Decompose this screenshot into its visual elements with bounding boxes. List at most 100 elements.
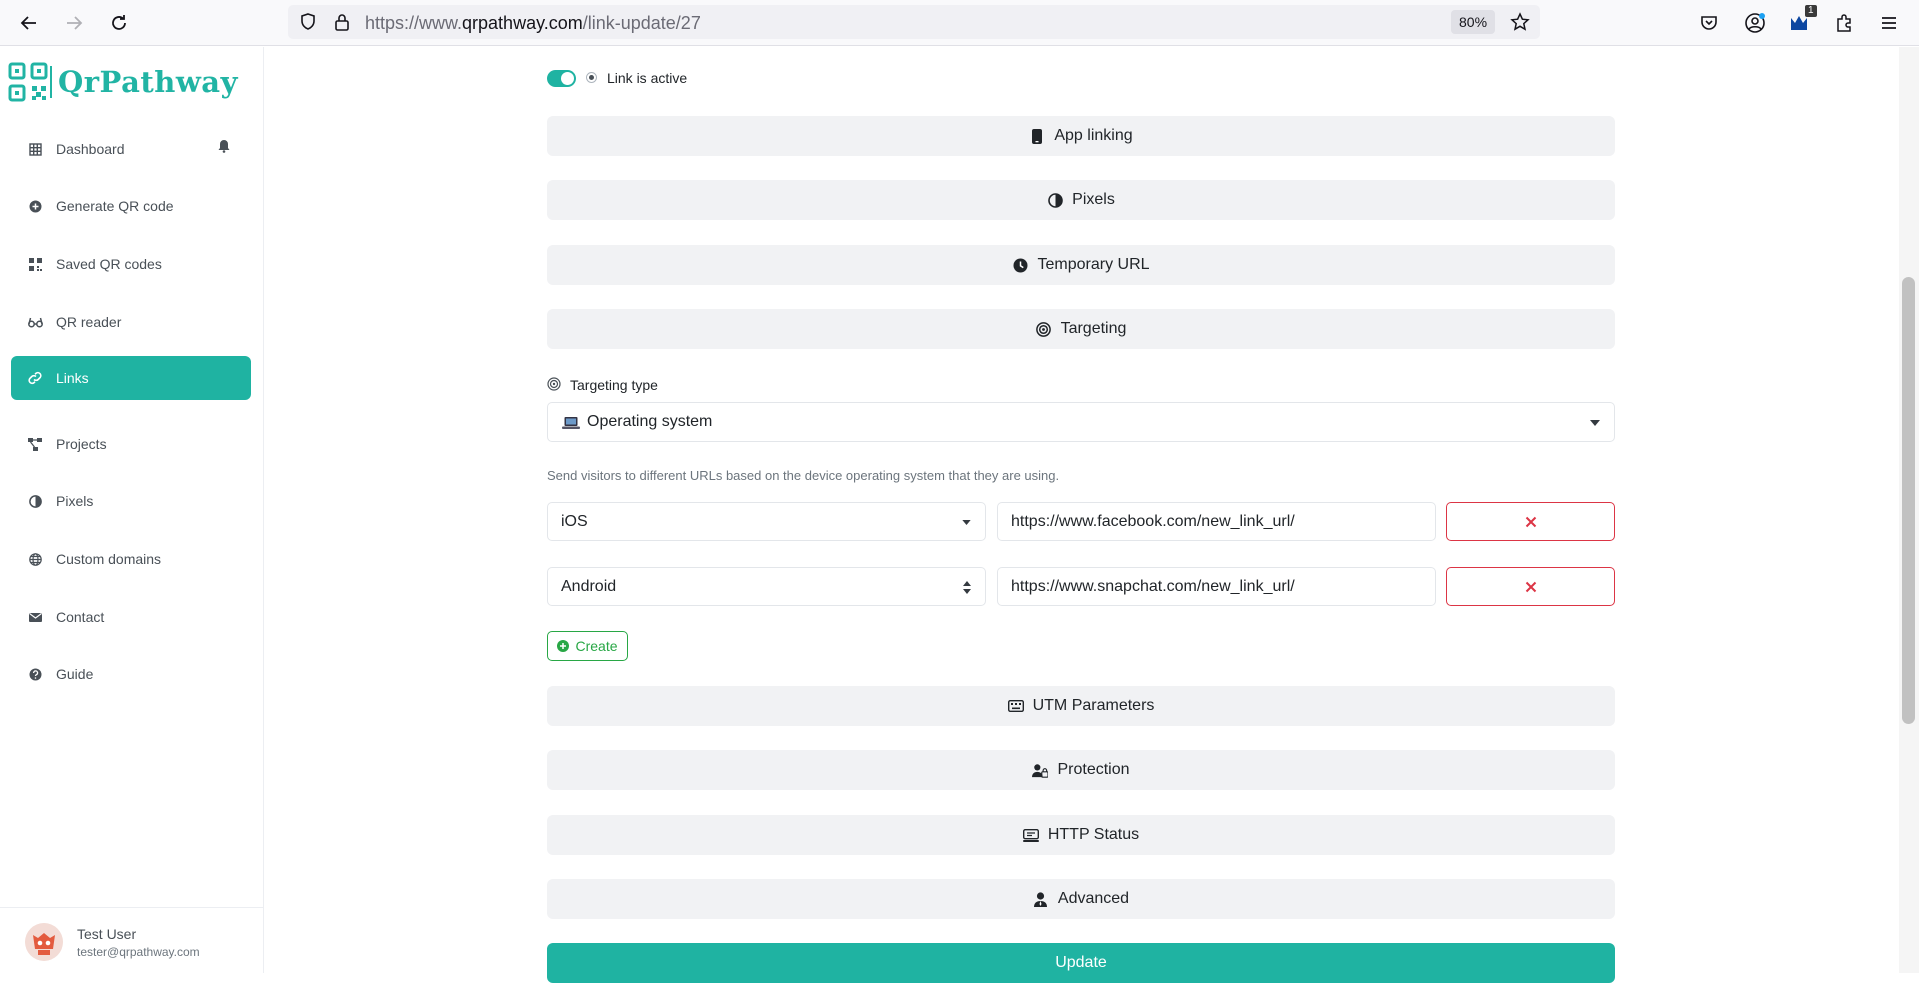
delete-rule-button[interactable] xyxy=(1446,567,1615,606)
sidebar-item-label: Pixels xyxy=(56,493,94,509)
section-pixels[interactable]: Pixels xyxy=(547,180,1615,220)
scrollbar-thumb[interactable] xyxy=(1902,277,1915,724)
section-label: HTTP Status xyxy=(1047,826,1140,843)
section-label: Pixels xyxy=(1072,191,1115,208)
sidebar-item-saved-qr[interactable]: Saved QR codes xyxy=(11,242,251,286)
clock-icon xyxy=(1012,257,1028,273)
targeting-help-text: Send visitors to different URLs based on… xyxy=(547,468,1060,483)
glasses-icon xyxy=(27,314,43,330)
section-label: UTM Parameters xyxy=(1032,697,1155,714)
plus-circle-icon xyxy=(27,198,43,214)
back-icon[interactable] xyxy=(15,9,43,37)
os-select-value: iOS xyxy=(561,513,588,530)
sidebar-item-qr-reader[interactable]: QR reader xyxy=(11,300,251,344)
close-icon xyxy=(1525,581,1536,592)
caret-down-icon xyxy=(1590,420,1600,426)
sidebar-item-projects[interactable]: Projects xyxy=(11,422,251,466)
account-icon[interactable] xyxy=(1741,9,1769,37)
link-active-radio[interactable] xyxy=(586,72,597,83)
sidebar-item-contact[interactable]: Contact xyxy=(11,595,251,639)
bookmark-star-icon[interactable] xyxy=(1510,12,1530,32)
qrcode-icon xyxy=(27,256,43,272)
update-button[interactable]: Update xyxy=(547,943,1615,983)
pocket-icon[interactable] xyxy=(1695,9,1723,37)
sidebar-item-guide[interactable]: Guide xyxy=(11,652,251,696)
adjust-icon xyxy=(1047,192,1063,208)
bell-icon[interactable] xyxy=(217,139,231,158)
browser-toolbar: https://www.qrpathway.com/link-update/27… xyxy=(0,0,1919,46)
sidebar-item-pixels[interactable]: Pixels xyxy=(11,479,251,523)
project-diagram-icon xyxy=(27,436,43,452)
sidebar-item-generate-qr[interactable]: Generate QR code xyxy=(11,184,251,228)
address-bar[interactable]: https://www.qrpathway.com/link-update/27… xyxy=(288,5,1540,39)
extensions-puzzle-icon[interactable] xyxy=(1830,9,1858,37)
avatar[interactable] xyxy=(25,923,63,961)
section-temporary-url[interactable]: Temporary URL xyxy=(547,245,1615,285)
hamburger-menu-icon[interactable] xyxy=(1875,9,1903,37)
extension-badge: 1 xyxy=(1805,5,1817,17)
section-label: Targeting xyxy=(1060,320,1127,337)
lock-icon[interactable] xyxy=(332,12,352,32)
sidebar-item-label: Saved QR codes xyxy=(56,256,162,272)
sidebar-item-label: Dashboard xyxy=(56,141,125,157)
section-protection[interactable]: Protection xyxy=(547,750,1615,790)
delete-rule-button[interactable] xyxy=(1446,502,1615,541)
section-utm-parameters[interactable]: UTM Parameters xyxy=(547,686,1615,726)
user-lock-icon xyxy=(1032,762,1049,778)
section-app-linking[interactable]: App linking xyxy=(547,116,1615,156)
user-name: Test User xyxy=(77,926,137,942)
section-http-status[interactable]: HTTP Status xyxy=(547,815,1615,855)
close-icon xyxy=(1525,516,1536,527)
os-select[interactable]: Android xyxy=(547,567,986,606)
link-active-label: Link is active xyxy=(607,70,688,86)
reload-icon[interactable] xyxy=(105,9,133,37)
bullseye-icon xyxy=(1036,321,1052,337)
targeting-type-value: Operating system xyxy=(587,413,713,430)
section-targeting[interactable]: Targeting xyxy=(547,309,1615,349)
sidebar-item-label: Links xyxy=(56,370,89,386)
brand-name: QrPathway xyxy=(58,65,238,99)
shield-icon[interactable] xyxy=(298,12,318,32)
sort-caret-icon xyxy=(963,581,971,594)
section-label: Advanced xyxy=(1057,890,1130,907)
link-active-toggle[interactable] xyxy=(547,70,576,87)
caret-down-icon xyxy=(962,520,971,525)
keyboard-icon xyxy=(1007,698,1024,714)
brand-logo[interactable]: QrPathway xyxy=(8,62,238,102)
user-email: tester@qrpathway.com xyxy=(77,945,200,959)
user-profile[interactable]: Test User tester@qrpathway.com xyxy=(0,907,263,974)
sidebar-item-label: Custom domains xyxy=(56,551,162,567)
link-icon xyxy=(27,370,43,386)
destination-url-input[interactable]: https://www.facebook.com/new_link_url/ xyxy=(997,502,1436,541)
bullseye-icon xyxy=(547,377,561,391)
sidebar-item-links[interactable]: Links xyxy=(11,356,251,400)
section-label: Protection xyxy=(1057,761,1130,778)
server-icon xyxy=(1022,827,1039,843)
create-rule-button[interactable]: Create xyxy=(547,631,628,661)
destination-url-input[interactable]: https://www.snapchat.com/new_link_url/ xyxy=(997,567,1436,606)
zoom-level[interactable]: 80% xyxy=(1451,10,1496,34)
section-label: Temporary URL xyxy=(1037,256,1150,273)
url-text[interactable]: https://www.qrpathway.com/link-update/27 xyxy=(365,13,701,34)
section-label: App linking xyxy=(1054,127,1133,144)
os-select[interactable]: iOS xyxy=(547,502,986,541)
user-tie-icon xyxy=(1033,891,1049,907)
forward-icon[interactable] xyxy=(60,9,88,37)
logo-divider xyxy=(50,66,52,98)
sidebar-item-dashboard[interactable]: Dashboard xyxy=(11,127,251,171)
destination-url-value: https://www.facebook.com/new_link_url/ xyxy=(1011,513,1295,530)
destination-url-value: https://www.snapchat.com/new_link_url/ xyxy=(1011,578,1295,595)
sidebar-item-custom-domains[interactable]: Custom domains xyxy=(11,537,251,581)
adjust-icon xyxy=(27,493,43,509)
grid-icon xyxy=(27,141,43,157)
targeting-type-select[interactable]: Operating system xyxy=(547,402,1615,442)
os-select-value: Android xyxy=(561,578,617,595)
sidebar-item-label: Contact xyxy=(56,609,105,625)
targeting-type-label: Targeting type xyxy=(570,377,658,393)
plus-circle-icon xyxy=(557,640,570,652)
section-advanced[interactable]: Advanced xyxy=(547,879,1615,919)
mobile-icon xyxy=(1029,128,1045,144)
question-circle-icon xyxy=(27,666,43,682)
envelope-icon xyxy=(27,609,43,625)
create-rule-label: Create xyxy=(575,638,618,654)
